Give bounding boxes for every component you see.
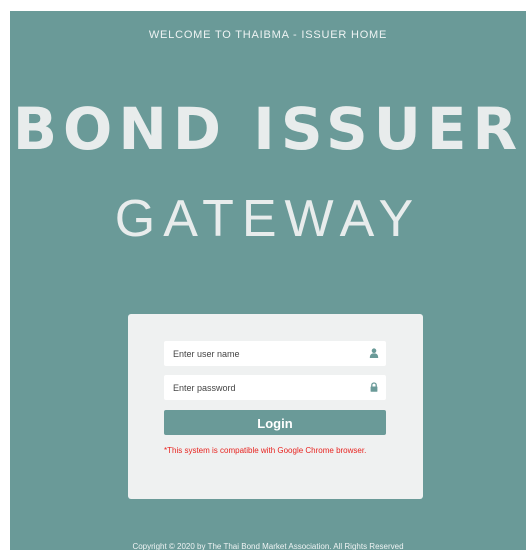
username-input[interactable] <box>164 341 363 366</box>
password-field <box>164 375 386 400</box>
login-panel: Login *This system is compatible with Go… <box>128 314 423 499</box>
username-field <box>164 341 386 366</box>
login-button[interactable]: Login <box>164 410 386 435</box>
copyright-footer: Copyright © 2020 by The Thai Bond Market… <box>132 542 404 550</box>
login-page: WELCOME TO THAIBMA - ISSUER HOME BOND IS… <box>10 11 526 550</box>
welcome-header: WELCOME TO THAIBMA - ISSUER HOME <box>148 29 388 41</box>
title-line-gateway: GATEWAY <box>114 190 422 248</box>
lock-icon <box>370 382 378 392</box>
title-line-bond-issuer: BOND ISSUER <box>12 95 524 163</box>
browser-compatibility-note: *This system is compatible with Google C… <box>164 446 367 455</box>
password-input[interactable] <box>164 375 363 400</box>
user-icon <box>369 348 379 358</box>
